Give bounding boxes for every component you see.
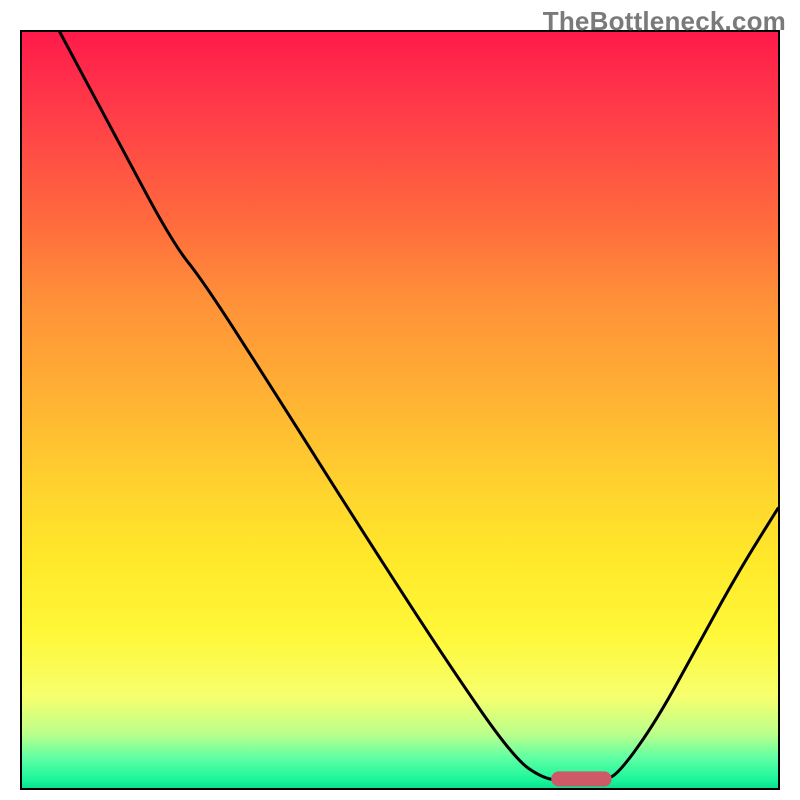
- chart-stage: TheBottleneck.com: [0, 0, 800, 800]
- optimum-marker-layer: [22, 32, 778, 788]
- watermark-text: TheBottleneck.com: [543, 6, 786, 37]
- chart-plot-area: [20, 30, 780, 790]
- optimum-marker: [551, 771, 611, 786]
